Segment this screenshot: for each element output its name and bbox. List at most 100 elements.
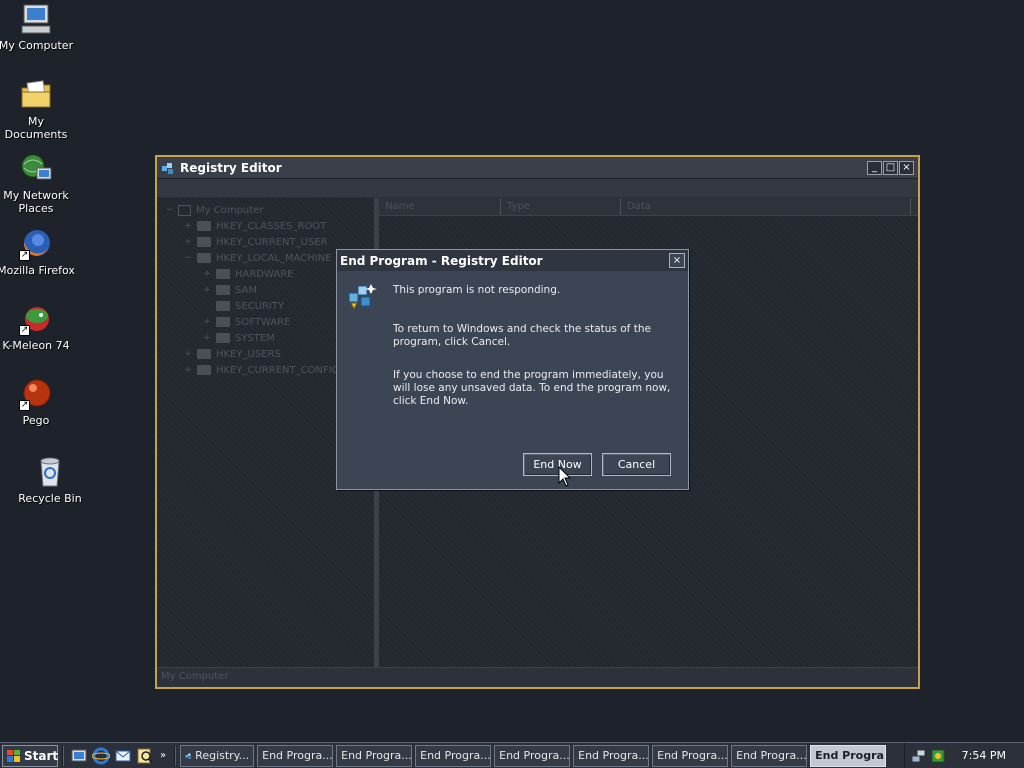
dialog-title: End Program - Registry Editor [340,253,543,268]
end-program-dialog[interactable]: End Program - Registry Editor × This pro… [336,249,689,490]
desktop-icon-recycle-bin[interactable]: Recycle Bin [10,455,90,505]
registry-editor-titlebar[interactable]: Registry Editor _ □ × [157,157,918,179]
desktop-icon-my-network-places[interactable]: My Network Places [0,152,76,215]
tree-item-label: HKEY_USERS [216,348,281,360]
search-icon[interactable] [136,747,154,765]
taskbar-separator [174,745,177,766]
computer-icon [178,204,191,216]
tree-item-label: SYSTEM [235,332,275,344]
start-button[interactable]: Start [2,744,59,767]
folder-icon [216,285,230,295]
system-tray: 7:54 PM [904,743,1024,768]
registry-editor-icon [185,752,192,759]
folder-icon [197,253,211,263]
desktop-icon-label: K-Meleon 74 [2,339,70,352]
folder-icon [216,317,230,327]
taskbar-button-end-program[interactable]: End Progra... [652,744,729,767]
desktop-icon-label: My Computer [0,39,74,52]
start-label: Start [24,748,59,763]
folder-icon [197,221,211,231]
outlook-icon[interactable] [114,747,132,765]
registry-editor-title: Registry Editor [180,160,282,175]
documents-folder-icon [19,78,53,112]
expand-toggle[interactable]: + [202,317,212,327]
tree-item-label: HKEY_CURRENT_CONFIG [216,364,340,376]
taskbar-button-label: Registry... [195,748,250,762]
taskbar-button-end-program[interactable]: End Progra... [731,744,808,767]
status-bar: My Computer [157,667,918,687]
minimize-button[interactable]: _ [867,160,882,175]
show-desktop-icon[interactable] [70,747,88,765]
expand-toggle[interactable]: + [183,221,193,231]
internet-explorer-icon[interactable] [91,747,111,765]
security-tray-icon[interactable] [930,748,946,764]
folder-icon [216,333,230,343]
taskbar-button-end-program[interactable]: End Progra... [257,744,334,767]
folder-icon [216,301,230,311]
tree-item-label: SAM [235,284,258,296]
menu-bar [157,179,918,197]
shortcut-arrow-icon: ↗ [19,400,30,411]
collapse-toggle[interactable]: − [165,205,175,215]
windows-flag-icon [7,749,20,762]
window-controls: _ □ × [867,160,914,175]
desktop-icon-mozilla-firefox[interactable]: ↗ Mozilla Firefox [0,227,76,277]
column-header-data[interactable]: Data [621,198,911,215]
desktop-icon-label: Pego [22,414,50,427]
shortcut-arrow-icon: ↗ [19,325,30,336]
pego-icon: ↗ [19,377,53,411]
column-header-name[interactable]: Name [379,198,501,215]
tree-item-label: SOFTWARE [235,316,291,328]
desktop-icon-label: My Network Places [3,189,69,215]
maximize-button[interactable]: □ [883,160,898,175]
tree-item-label: My Computer [196,204,264,216]
quick-launch-chevron[interactable]: » [160,750,166,761]
desktop-icon-my-documents[interactable]: My Documents [0,78,76,141]
tree-item-hkey-classes-root[interactable]: + HKEY_CLASSES_ROOT [157,218,373,234]
expand-toggle[interactable]: + [183,349,193,359]
mouse-pointer-icon [558,466,572,487]
column-header-type[interactable]: Type [501,198,621,215]
taskbar-button-end-program[interactable]: End Progra... [336,744,413,767]
collapse-toggle[interactable]: − [183,253,193,263]
taskbar-button-end-program[interactable]: End Progra... [415,744,492,767]
taskbar-button-end-program[interactable]: End Progra... [573,744,650,767]
dialog-message-cancel-info: To return to Windows and check the statu… [393,323,651,348]
expand-toggle[interactable]: + [202,269,212,279]
tree-item-hkey-current-user[interactable]: + HKEY_CURRENT_USER [157,234,373,250]
desktop-icon-label: My Documents [4,115,68,141]
clock[interactable]: 7:54 PM [962,749,1006,762]
desktop-icon-k-meleon[interactable]: ↗ K-Meleon 74 [0,302,76,352]
tree-item-my-computer[interactable]: − My Computer [157,202,373,218]
taskbar-button-end-program-active[interactable]: End Progra... [810,744,887,767]
tree-item-label: HKEY_CURRENT_USER [216,236,328,248]
desktop-icon-pego[interactable]: ↗ Pego [0,377,76,427]
close-button[interactable]: × [899,160,914,175]
taskbar: Start » Registry... End Progra... End Pr… [0,742,1024,768]
dialog-titlebar[interactable]: End Program - Registry Editor × [337,250,688,271]
desktop-icon-label: Recycle Bin [18,492,82,505]
registry-editor-icon [161,161,175,175]
tree-item-label: HKEY_LOCAL_MACHINE [216,252,332,264]
dialog-message-not-responding: This program is not responding. [393,284,561,296]
expand-toggle[interactable]: + [183,237,193,247]
firefox-icon: ↗ [19,227,53,261]
tree-item-label: SECURITY [235,300,285,312]
not-responding-icon [347,281,379,313]
desktop-icon-my-computer[interactable]: My Computer [0,2,76,52]
network-places-icon [19,152,53,186]
expand-toggle[interactable]: + [183,365,193,375]
taskbar-button-end-program[interactable]: End Progra... [494,744,571,767]
shortcut-arrow-icon: ↗ [19,250,30,261]
dialog-close-button[interactable]: × [669,253,685,268]
taskbar-button-registry-editor[interactable]: Registry... [180,744,255,767]
folder-icon [197,365,211,375]
folder-icon [197,237,211,247]
expand-toggle[interactable]: + [202,285,212,295]
network-tray-icon[interactable] [911,748,927,764]
tree-item-label: HARDWARE [235,268,294,280]
computer-icon [19,2,53,36]
expand-toggle[interactable]: + [202,333,212,343]
cancel-button[interactable]: Cancel [602,453,671,476]
dialog-message-end-now-info: If you choose to end the program immedia… [393,369,671,407]
